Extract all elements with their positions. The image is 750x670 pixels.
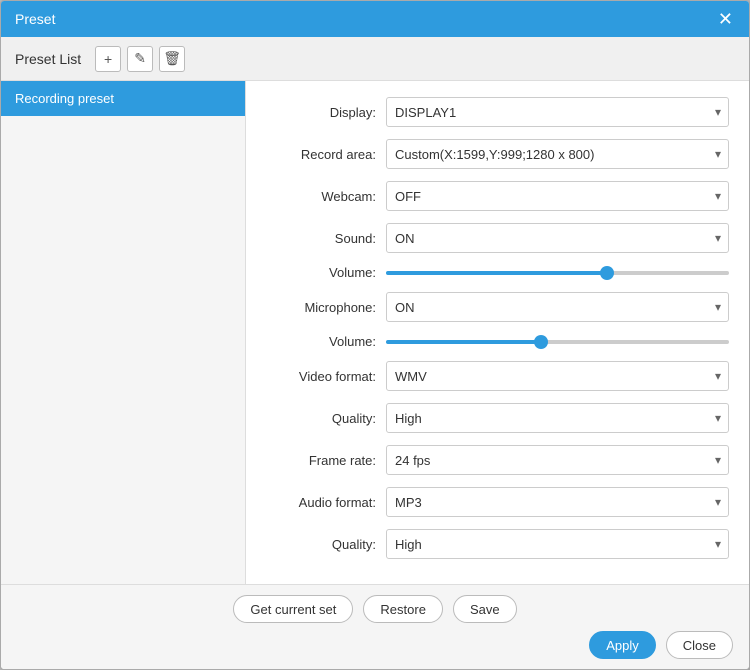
mic-volume-container: [386, 340, 729, 344]
record-area-select-wrapper: Custom(X:1599,Y:999;1280 x 800): [386, 139, 729, 169]
sound-select-wrapper: ON: [386, 223, 729, 253]
frame-rate-select[interactable]: 24 fps: [386, 445, 729, 475]
audio-quality-row: Quality: High: [266, 529, 729, 559]
save-button[interactable]: Save: [453, 595, 517, 623]
edit-preset-button[interactable]: ✎: [127, 46, 153, 72]
action-row: Get current set Restore Save: [17, 595, 733, 623]
restore-button[interactable]: Restore: [363, 595, 443, 623]
video-format-select[interactable]: WMV: [386, 361, 729, 391]
webcam-label: Webcam:: [266, 189, 386, 204]
sound-label: Sound:: [266, 231, 386, 246]
add-preset-button[interactable]: +: [95, 46, 121, 72]
record-area-select[interactable]: Custom(X:1599,Y:999;1280 x 800): [386, 139, 729, 169]
main-area: Recording preset Display: DISPLAY1 Recor…: [1, 81, 749, 584]
get-current-set-button[interactable]: Get current set: [233, 595, 353, 623]
title-bar: Preset ✕: [1, 1, 749, 37]
frame-rate-row: Frame rate: 24 fps: [266, 445, 729, 475]
video-quality-label: Quality:: [266, 411, 386, 426]
audio-quality-select-wrapper: High: [386, 529, 729, 559]
sound-volume-container: [386, 271, 729, 275]
video-format-label: Video format:: [266, 369, 386, 384]
mic-volume-label: Volume:: [266, 334, 386, 349]
video-quality-row: Quality: High: [266, 403, 729, 433]
record-area-label: Record area:: [266, 147, 386, 162]
delete-preset-button[interactable]: 🗑: [159, 46, 185, 72]
sidebar: Recording preset: [1, 81, 246, 584]
sound-volume-slider[interactable]: [386, 271, 729, 275]
sound-volume-row: Volume:: [266, 265, 729, 280]
microphone-row: Microphone: ON: [266, 292, 729, 322]
sidebar-item-recording-preset[interactable]: Recording preset: [1, 81, 245, 116]
webcam-select-wrapper: OFF: [386, 181, 729, 211]
audio-quality-label: Quality:: [266, 537, 386, 552]
webcam-select[interactable]: OFF: [386, 181, 729, 211]
video-format-select-wrapper: WMV: [386, 361, 729, 391]
webcam-row: Webcam: OFF: [266, 181, 729, 211]
toolbar: Preset List + ✎ 🗑: [1, 37, 749, 81]
final-row: Apply Close: [17, 631, 733, 659]
video-quality-select[interactable]: High: [386, 403, 729, 433]
video-quality-select-wrapper: High: [386, 403, 729, 433]
sound-select[interactable]: ON: [386, 223, 729, 253]
dialog-title: Preset: [15, 11, 55, 27]
mic-volume-row: Volume:: [266, 334, 729, 349]
display-select[interactable]: DISPLAY1: [386, 97, 729, 127]
sound-volume-label: Volume:: [266, 265, 386, 280]
display-select-wrapper: DISPLAY1: [386, 97, 729, 127]
sound-row: Sound: ON: [266, 223, 729, 253]
bottom-area: Get current set Restore Save Apply Close: [1, 584, 749, 669]
microphone-select[interactable]: ON: [386, 292, 729, 322]
close-icon[interactable]: ✕: [716, 10, 735, 28]
frame-rate-label: Frame rate:: [266, 453, 386, 468]
audio-format-select-wrapper: MP3: [386, 487, 729, 517]
video-format-row: Video format: WMV: [266, 361, 729, 391]
close-dialog-button[interactable]: Close: [666, 631, 733, 659]
display-row: Display: DISPLAY1: [266, 97, 729, 127]
display-label: Display:: [266, 105, 386, 120]
record-area-row: Record area: Custom(X:1599,Y:999;1280 x …: [266, 139, 729, 169]
apply-button[interactable]: Apply: [589, 631, 656, 659]
audio-format-select[interactable]: MP3: [386, 487, 729, 517]
audio-quality-select[interactable]: High: [386, 529, 729, 559]
audio-format-label: Audio format:: [266, 495, 386, 510]
mic-volume-slider[interactable]: [386, 340, 729, 344]
preset-list-label: Preset List: [15, 51, 81, 67]
preset-dialog: Preset ✕ Preset List + ✎ 🗑 Recording pre…: [0, 0, 750, 670]
frame-rate-select-wrapper: 24 fps: [386, 445, 729, 475]
microphone-select-wrapper: ON: [386, 292, 729, 322]
audio-format-row: Audio format: MP3: [266, 487, 729, 517]
microphone-label: Microphone:: [266, 300, 386, 315]
content-area: Display: DISPLAY1 Record area: Custom(X:…: [246, 81, 749, 584]
